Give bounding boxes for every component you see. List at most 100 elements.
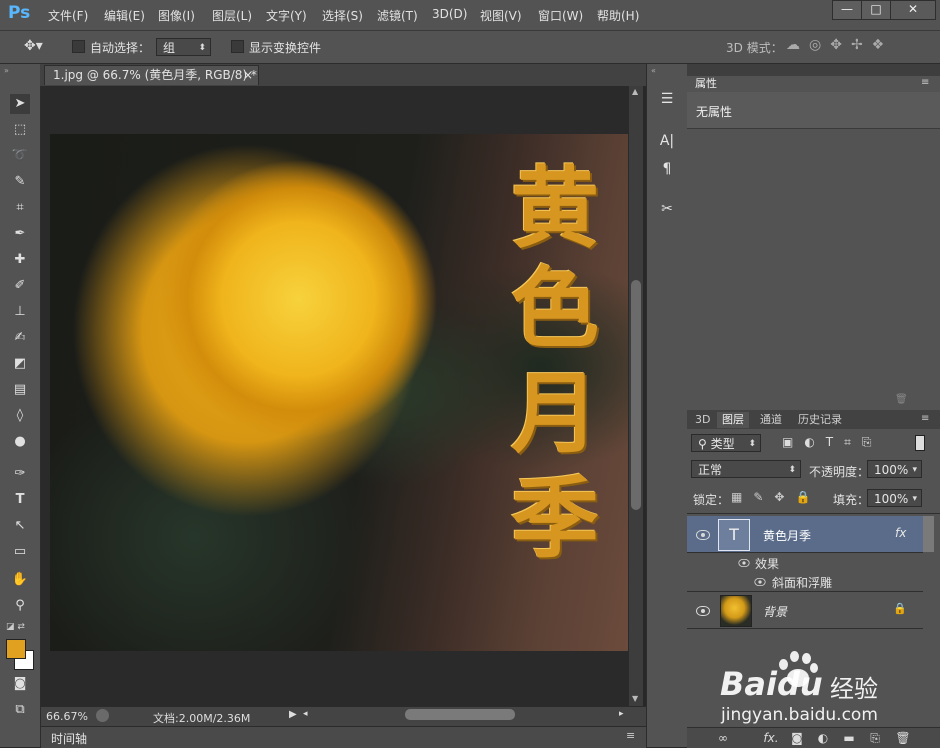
blur-tool-icon[interactable]: ◊	[10, 406, 30, 426]
lasso-tool-icon[interactable]: ➰	[10, 146, 30, 166]
history-brush-tool-icon[interactable]: ✍	[10, 328, 30, 348]
eyedropper-tool-icon[interactable]: ✒	[10, 224, 30, 244]
rose-photo[interactable]: 黄 色 月 季	[50, 134, 628, 651]
menu-item-10[interactable]: 帮助(H)	[597, 7, 639, 24]
menu-item-0[interactable]: 文件(F)	[48, 7, 88, 24]
foreground-color-swatch[interactable]	[6, 639, 26, 659]
stamp-tool-icon[interactable]: ⊥	[10, 302, 30, 322]
dodge-tool-icon[interactable]: ●	[10, 432, 30, 452]
menu-item-8[interactable]: 视图(V)	[480, 7, 522, 24]
document-tab[interactable]: 1.jpg @ 66.7% (黄色月季, RGB/8) * ×	[44, 65, 259, 85]
visibility-eye-icon[interactable]	[696, 530, 710, 540]
background-layer-thumbnail	[720, 595, 752, 627]
fill-field[interactable]: 100% ▾	[867, 489, 922, 507]
scroll-left-icon[interactable]: ◂	[303, 709, 308, 719]
auto-select-checkbox[interactable]	[72, 40, 85, 53]
lock-icons[interactable]: ▦✎✥🔒	[731, 490, 821, 504]
menu-item-7[interactable]: 3D(D)	[432, 7, 467, 21]
crop-tool-icon[interactable]: ⌗	[10, 198, 30, 218]
scroll-right-icon[interactable]: ▸	[619, 709, 624, 719]
horizontal-scroll-thumb[interactable]	[405, 709, 515, 720]
text-char-4: 季	[510, 467, 599, 570]
close-window-button[interactable]: ✕	[890, 0, 936, 20]
zoom-tool-icon[interactable]: ⚲	[10, 596, 30, 616]
maximize-button[interactable]: □	[861, 0, 891, 20]
tool-presets-icon[interactable]: ✂	[655, 198, 679, 220]
layer-name[interactable]: 背景	[763, 603, 787, 620]
blend-mode-dropdown[interactable]: 正常 ⬍	[691, 460, 801, 478]
status-menu-arrow-icon[interactable]: ▶	[289, 709, 297, 720]
history-panel-icon[interactable]: ☰	[655, 88, 679, 110]
show-transform-checkbox[interactable]	[231, 40, 244, 53]
marquee-tool-icon[interactable]: ⬚	[10, 120, 30, 140]
panel-menu-icon[interactable]: ≡	[626, 729, 635, 742]
menu-item-3[interactable]: 图层(L)	[212, 7, 252, 24]
3d-mode-icons[interactable]: ☁◎✥✢❖	[786, 37, 893, 53]
vertical-scroll-thumb[interactable]	[631, 280, 641, 510]
paragraph-panel-icon[interactable]: ¶	[655, 158, 679, 180]
filter-toggle-icon[interactable]	[915, 435, 925, 451]
gradient-tool-icon[interactable]: ▤	[10, 380, 30, 400]
layers-scrollbar[interactable]	[923, 516, 934, 552]
healing-brush-tool-icon[interactable]: ✚	[10, 250, 30, 270]
layer-filter-value: 类型	[710, 437, 735, 451]
layers-menu-icon[interactable]: ≡	[921, 413, 929, 424]
effects-eye-icon[interactable]	[738, 559, 750, 567]
fx-badge-icon[interactable]: fx	[895, 526, 906, 540]
screen-mode-icon[interactable]: ⧉	[10, 700, 30, 720]
effect-item-row[interactable]: 斜面和浮雕	[687, 571, 923, 592]
menu-item-9[interactable]: 窗口(W)	[538, 7, 583, 24]
timeline-panel-tab[interactable]: 时间轴 ≡	[41, 726, 646, 748]
scroll-up-icon[interactable]: ▲	[632, 87, 638, 96]
hand-tool-icon[interactable]: ✋	[10, 570, 30, 590]
dock-collapse-icon[interactable]: «	[651, 66, 656, 75]
opacity-field[interactable]: 100% ▾	[867, 460, 922, 478]
quick-select-tool-icon[interactable]: ✎	[10, 172, 30, 192]
close-tab-icon[interactable]: ×	[243, 66, 253, 85]
tab-channels[interactable]: 通道	[755, 412, 787, 428]
tab-history[interactable]: 历史记录	[793, 412, 847, 428]
doc-size: 文档:2.00M/2.36M	[153, 712, 251, 725]
menu-item-1[interactable]: 编辑(E)	[104, 7, 145, 24]
layer-filter-dropdown[interactable]: ⚲ 类型 ⬍	[691, 434, 761, 452]
properties-delete-icon[interactable]: 🗑	[895, 394, 908, 405]
default-colors-icon[interactable]: ◪ ⇄	[6, 622, 25, 632]
zoom-level[interactable]: 66.67%	[46, 710, 88, 723]
tab-3d[interactable]: 3D	[690, 412, 715, 428]
menu-item-6[interactable]: 滤镜(T)	[377, 7, 418, 24]
layer-name[interactable]: 黄色月季	[763, 527, 811, 544]
menu-item-4[interactable]: 文字(Y)	[266, 7, 307, 24]
divider	[687, 513, 940, 514]
effects-row[interactable]: 效果	[687, 553, 923, 571]
menu-item-2[interactable]: 图像(I)	[158, 7, 195, 24]
move-tool-icon[interactable]: ✥▾	[24, 38, 43, 54]
pen-tool-icon[interactable]: ✑	[10, 464, 30, 484]
scroll-down-icon[interactable]: ▼	[632, 694, 638, 703]
collapse-arrows-icon[interactable]: »	[4, 66, 9, 75]
properties-menu-icon[interactable]: ≡	[921, 77, 929, 88]
quick-mask-icon[interactable]: ◙	[10, 674, 30, 694]
eraser-tool-icon[interactable]: ◩	[10, 354, 30, 374]
minimize-button[interactable]: —	[832, 0, 862, 20]
baidu-jingyan-watermark: Baidu 经验 jingyan.baidu.com	[695, 645, 940, 745]
properties-tab[interactable]: 属性	[690, 76, 722, 92]
effect-item-eye-icon[interactable]	[754, 578, 766, 586]
tab-layers[interactable]: 图层	[717, 412, 749, 428]
opacity-value: 100%	[874, 463, 909, 477]
opacity-label: 不透明度：	[809, 465, 870, 479]
layer-row-text[interactable]: T 黄色月季 fx	[687, 516, 923, 553]
brush-tool-icon[interactable]: ✐	[10, 276, 30, 296]
auto-select-dropdown[interactable]: 组 ⬍	[156, 38, 211, 56]
move-tool-icon[interactable]: ➤	[10, 94, 30, 114]
shape-tool-icon[interactable]: ▭	[10, 542, 30, 562]
path-select-tool-icon[interactable]: ↖	[10, 516, 30, 536]
layer-filter-icons[interactable]: ▣◐T⌗⎘	[782, 435, 883, 450]
text-layer-thumbnail-icon: T	[718, 519, 750, 551]
visibility-eye-icon[interactable]	[696, 606, 710, 616]
watermark-brand: Baidu	[720, 665, 823, 703]
menu-item-5[interactable]: 选择(S)	[322, 7, 363, 24]
character-panel-icon[interactable]: A|	[655, 130, 679, 152]
type-tool-icon[interactable]: T	[10, 490, 30, 510]
layer-row-background[interactable]: 背景 🔒	[687, 592, 923, 629]
status-info-icon[interactable]	[96, 709, 109, 722]
